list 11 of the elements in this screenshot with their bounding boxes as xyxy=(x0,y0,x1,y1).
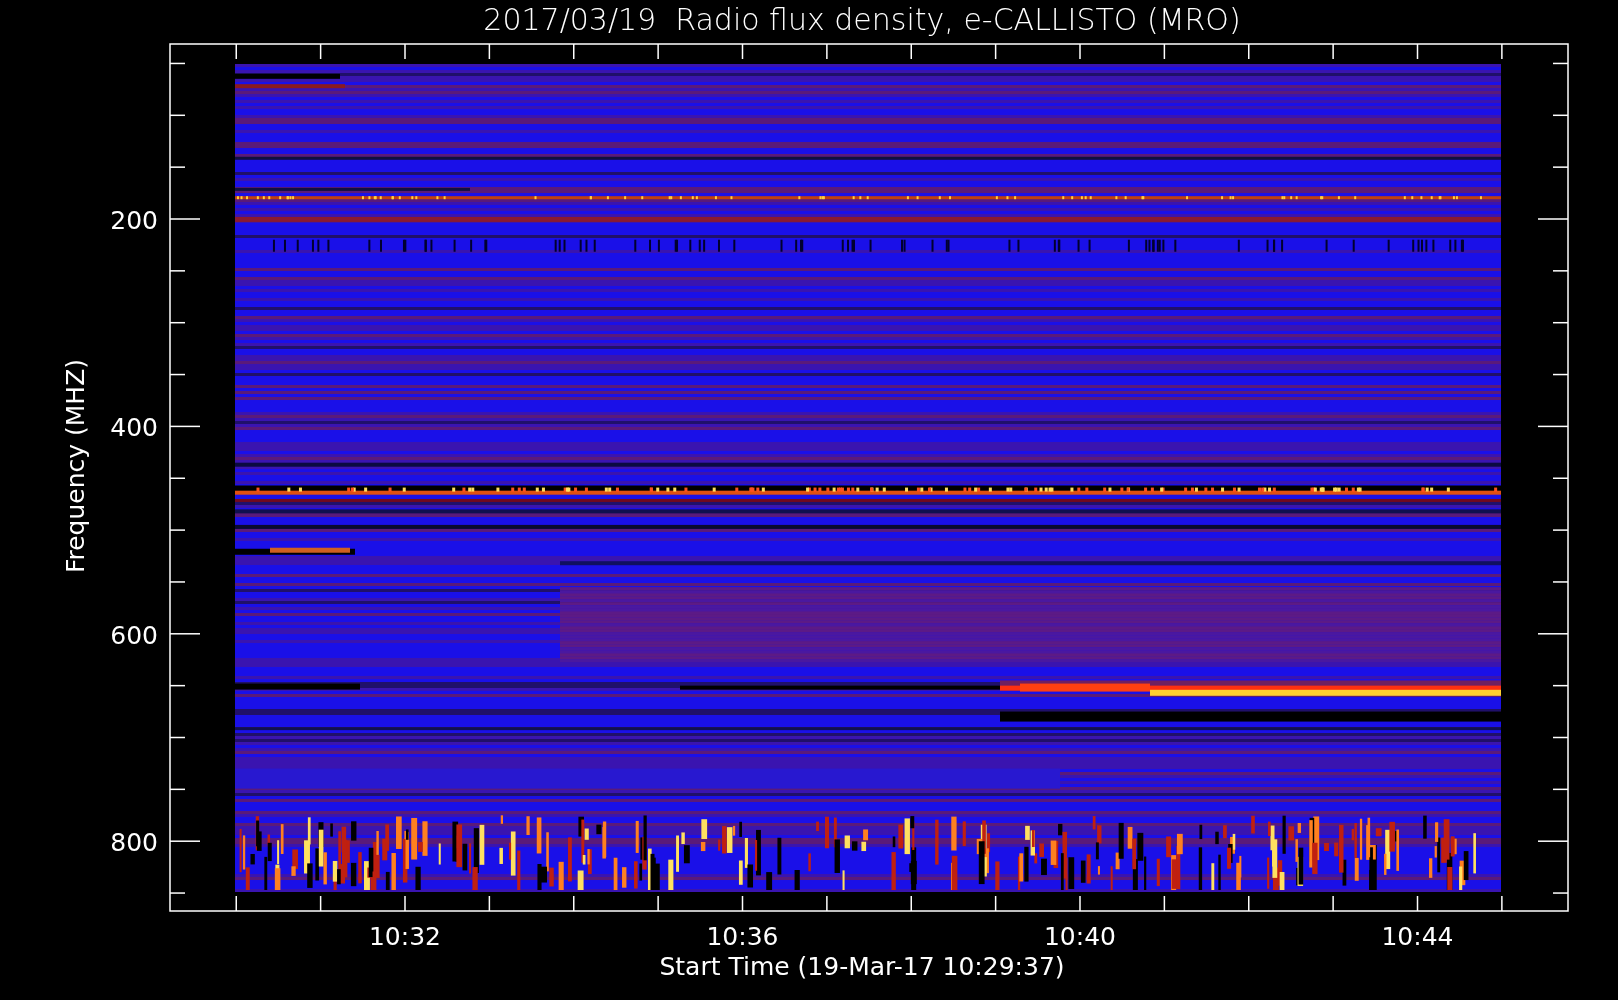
tick-label: 400 xyxy=(110,413,158,443)
axis-title: Start Time (19-Mar-17 10:29:37) xyxy=(659,952,1065,981)
tick-label: 10:36 xyxy=(706,922,779,951)
tick-label: 800 xyxy=(110,828,158,858)
axis-title: Frequency (MHZ) xyxy=(61,358,90,574)
tick-label: 10:44 xyxy=(1381,922,1454,951)
tick-label: 10:32 xyxy=(369,922,441,951)
tick-label: 600 xyxy=(110,620,158,650)
tick-label: 10:40 xyxy=(1044,922,1116,951)
chart-title: 2017/03/19 Radio flux density, e-CALLISTO (MRO) xyxy=(483,2,1241,37)
tick-label: 200 xyxy=(110,206,158,235)
